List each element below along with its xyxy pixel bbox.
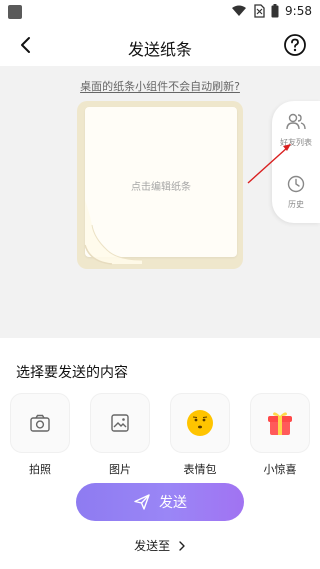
page-title: 发送纸条: [127, 40, 192, 59]
friends-icon: [286, 113, 306, 130]
gift-icon: [268, 412, 292, 435]
send-icon: [134, 494, 150, 510]
option-camera-tile[interactable]: [10, 393, 70, 453]
status-icons: 9:58: [231, 4, 312, 18]
help-button[interactable]: [283, 33, 307, 57]
notification-icon: [8, 5, 22, 19]
option-emoji-tile[interactable]: [170, 393, 230, 453]
widget-refresh-tip-link[interactable]: 桌面的纸条小组件不会自动刷新?: [0, 78, 320, 94]
note-edit-hint: 点击编辑纸条: [131, 182, 191, 193]
history-button[interactable]: 历史: [272, 175, 320, 210]
send-content-sheet: 选择要发送的内容 拍照 图片 表情包 小惊喜 发送 发送至: [0, 338, 320, 569]
emoji-icon: [187, 410, 213, 436]
chevron-right-icon: [179, 541, 185, 551]
app-bar: 发送纸条: [0, 24, 320, 66]
send-button-label: 发送: [159, 495, 187, 511]
status-time: 9:58: [285, 4, 312, 18]
page-curl-decoration: [84, 200, 142, 265]
option-gift[interactable]: 小惊喜: [250, 393, 310, 477]
option-gift-tile[interactable]: [250, 393, 310, 453]
wifi-icon: [232, 5, 247, 16]
option-gift-label: 小惊喜: [263, 463, 297, 476]
option-emoji-label: 表情包: [183, 463, 217, 476]
status-bar: 9:58: [0, 0, 320, 24]
option-camera[interactable]: 拍照: [10, 393, 70, 477]
camera-icon: [30, 414, 50, 432]
send-button[interactable]: 发送: [76, 483, 244, 521]
battery-icon: [271, 4, 279, 18]
clock-icon: [287, 175, 305, 193]
image-icon: [111, 414, 129, 432]
side-panel: 好友列表 历史: [272, 101, 320, 223]
friends-list-label: 好友列表: [280, 138, 312, 147]
section-title: 选择要发送的内容: [16, 365, 128, 381]
send-to-link[interactable]: 发送至: [0, 537, 320, 554]
option-image-tile[interactable]: [90, 393, 150, 453]
no-sim-icon: [254, 4, 265, 18]
tip-text: 桌面的纸条小组件不会自动刷新?: [80, 80, 240, 93]
option-camera-label: 拍照: [29, 463, 51, 476]
history-label: 历史: [288, 200, 304, 209]
option-image[interactable]: 图片: [90, 393, 150, 477]
send-to-label: 发送至: [134, 539, 171, 553]
option-image-label: 图片: [109, 463, 131, 476]
option-emoji[interactable]: 表情包: [170, 393, 230, 477]
friends-list-button[interactable]: 好友列表: [272, 113, 320, 148]
help-icon: [284, 34, 306, 56]
